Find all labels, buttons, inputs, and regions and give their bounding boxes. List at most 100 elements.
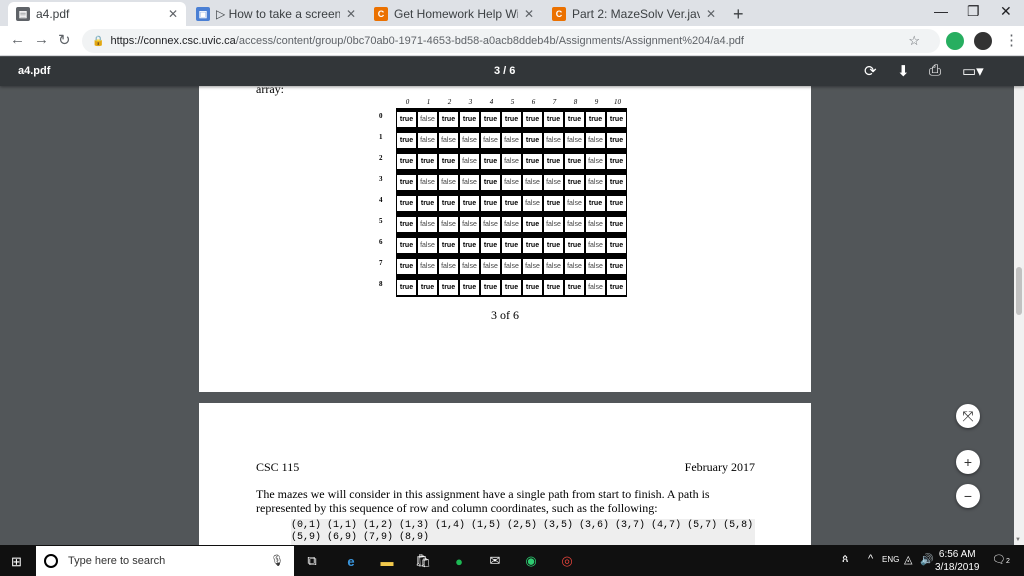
download-icon[interactable]: ⬇	[897, 62, 910, 80]
pdf-filename: a4.pdf	[18, 65, 51, 77]
file-explorer-icon[interactable]: ▬	[378, 552, 396, 570]
pdf-page-4: CSC 115 February 2017 The mazes we will …	[199, 403, 811, 545]
zoom-in-button[interactable]: +	[956, 450, 980, 474]
grammarly-extension-icon[interactable]	[946, 32, 964, 50]
array-cell: false	[418, 133, 437, 148]
array-cell: false	[481, 133, 500, 148]
microphone-icon[interactable]: 🎙	[270, 554, 284, 567]
array-cell: true	[565, 175, 584, 190]
array-cell: false	[439, 217, 458, 232]
close-icon[interactable]: ✕	[346, 7, 356, 21]
array-cell: true	[439, 238, 458, 253]
scroll-down-icon[interactable]: ▼	[1015, 537, 1021, 543]
rotate-icon[interactable]: ⟳	[864, 62, 877, 80]
array-cell: false	[586, 133, 605, 148]
array-cell: false	[439, 175, 458, 190]
close-icon[interactable]: ✕	[706, 7, 716, 21]
window-close-icon[interactable]: ✕	[1000, 3, 1012, 20]
row-header: 5	[379, 217, 383, 225]
address-bar[interactable]: 🔒 https://connex.csc.uvic.ca/access/cont…	[82, 29, 940, 53]
array-cell: false	[460, 154, 479, 169]
browser-toolbar: ← → ↻ 🔒 https://connex.csc.uvic.ca/acces…	[0, 26, 1024, 56]
array-cell: false	[418, 217, 437, 232]
column-header: 8	[573, 98, 578, 106]
array-cell: true	[607, 259, 626, 274]
row-header: 3	[379, 175, 383, 183]
array-cell: true	[397, 238, 416, 253]
fit-page-icon[interactable]: ⤧	[956, 404, 980, 428]
array-cell: true	[565, 280, 584, 295]
array-cell: false	[460, 217, 479, 232]
language-indicator[interactable]: ENG	[882, 555, 899, 564]
array-cell: false	[565, 133, 584, 148]
array-cell: false	[586, 175, 605, 190]
minimize-icon[interactable]: —	[934, 3, 948, 19]
scrollbar-thumb[interactable]	[1016, 267, 1022, 315]
column-header: 0	[405, 98, 410, 106]
array-cell: true	[418, 196, 437, 211]
column-header: 7	[552, 98, 557, 106]
extension-icon[interactable]	[974, 32, 992, 50]
row-header: 4	[379, 196, 383, 204]
people-icon[interactable]: ጰ	[842, 553, 849, 566]
pdf-viewer[interactable]: array: 0 1 2 3 4 5 6 7 8 9 10 012345678 true false t…	[0, 86, 1014, 545]
reload-icon[interactable]: ↻	[58, 31, 71, 49]
chegg-icon: C	[374, 7, 388, 21]
close-icon[interactable]: ✕	[524, 7, 534, 21]
app-icon[interactable]: ◉	[522, 552, 540, 570]
taskbar-search-box[interactable]: Type here to search 🎙	[36, 546, 294, 576]
array-cell: true	[607, 196, 626, 211]
tab-a4-pdf[interactable]: ▤ a4.pdf ✕	[8, 2, 186, 26]
path-coordinates-code: (0,1) (1,1) (1,2) (1,3) (1,4) (1,5) (2,5…	[291, 519, 755, 545]
array-cell: true	[418, 280, 437, 295]
column-header: 3	[468, 98, 473, 106]
array-cell: true	[586, 112, 605, 127]
new-tab-button[interactable]: +	[733, 4, 744, 25]
system-clock[interactable]: 6:56 AM 3/18/2019	[935, 548, 980, 574]
column-header: 10	[614, 98, 621, 106]
array-cell: true	[544, 280, 563, 295]
notification-icon[interactable]: 🗨2	[992, 553, 1010, 566]
array-cell: true	[607, 175, 626, 190]
array-cell: true	[565, 238, 584, 253]
vertical-scrollbar[interactable]: ▲ ▼	[1014, 57, 1024, 545]
chrome-icon[interactable]: ◎	[558, 552, 576, 570]
bookmark-star-icon[interactable]: ☆	[908, 33, 920, 49]
task-view-icon[interactable]: ⧉	[303, 552, 321, 570]
array-cell: false	[523, 196, 542, 211]
pdf-toolbar: a4.pdf 3 / 6 ⟳ ⬇ ⎙ ▭▾	[0, 57, 1024, 86]
volume-icon[interactable]: 🔊	[920, 553, 934, 566]
tab-chegg-mazesolver[interactable]: C Part 2: MazeSolv Ver.java A Mane ✕	[544, 2, 724, 26]
spotify-icon[interactable]: ●	[450, 552, 468, 570]
array-cell: false	[418, 238, 437, 253]
array-cell: true	[397, 280, 416, 295]
bookmark-menu-icon[interactable]: ▭▾	[962, 62, 984, 80]
pdf-page-3: array: 0 1 2 3 4 5 6 7 8 9 10 012345678 true false t…	[199, 86, 811, 392]
store-icon[interactable]: 🛍	[414, 552, 432, 570]
array-cell: true	[481, 196, 500, 211]
windows-start-icon[interactable]: ⊞	[11, 554, 22, 570]
array-cell: false	[481, 259, 500, 274]
tab-chegg-homework[interactable]: C Get Homework Help With Chegg ✕	[366, 2, 542, 26]
close-icon[interactable]: ✕	[168, 7, 178, 21]
array-cell: true	[607, 280, 626, 295]
mail-icon[interactable]: ✉	[486, 552, 504, 570]
zoom-out-button[interactable]: −	[956, 484, 980, 508]
back-icon[interactable]: ←	[10, 31, 25, 48]
wifi-icon[interactable]: ◬	[904, 553, 912, 566]
tab-screenshot[interactable]: ▣ ▷ How to take a screenshot in W ✕	[188, 2, 364, 26]
tray-chevron-icon[interactable]: ^	[868, 553, 873, 565]
array-cell: true	[481, 154, 500, 169]
array-cell: true	[607, 238, 626, 253]
restore-icon[interactable]: ❐	[967, 3, 980, 20]
forward-icon[interactable]: →	[34, 31, 49, 48]
array-cell: true	[544, 238, 563, 253]
array-cell: true	[565, 112, 584, 127]
print-icon[interactable]: ⎙	[929, 62, 941, 79]
array-cell: true	[460, 238, 479, 253]
array-cell: false	[460, 259, 479, 274]
edge-icon[interactable]: e	[342, 552, 360, 570]
menu-icon[interactable]: ⋮	[1004, 31, 1019, 49]
array-cell: true	[502, 238, 521, 253]
array-cell: false	[481, 217, 500, 232]
